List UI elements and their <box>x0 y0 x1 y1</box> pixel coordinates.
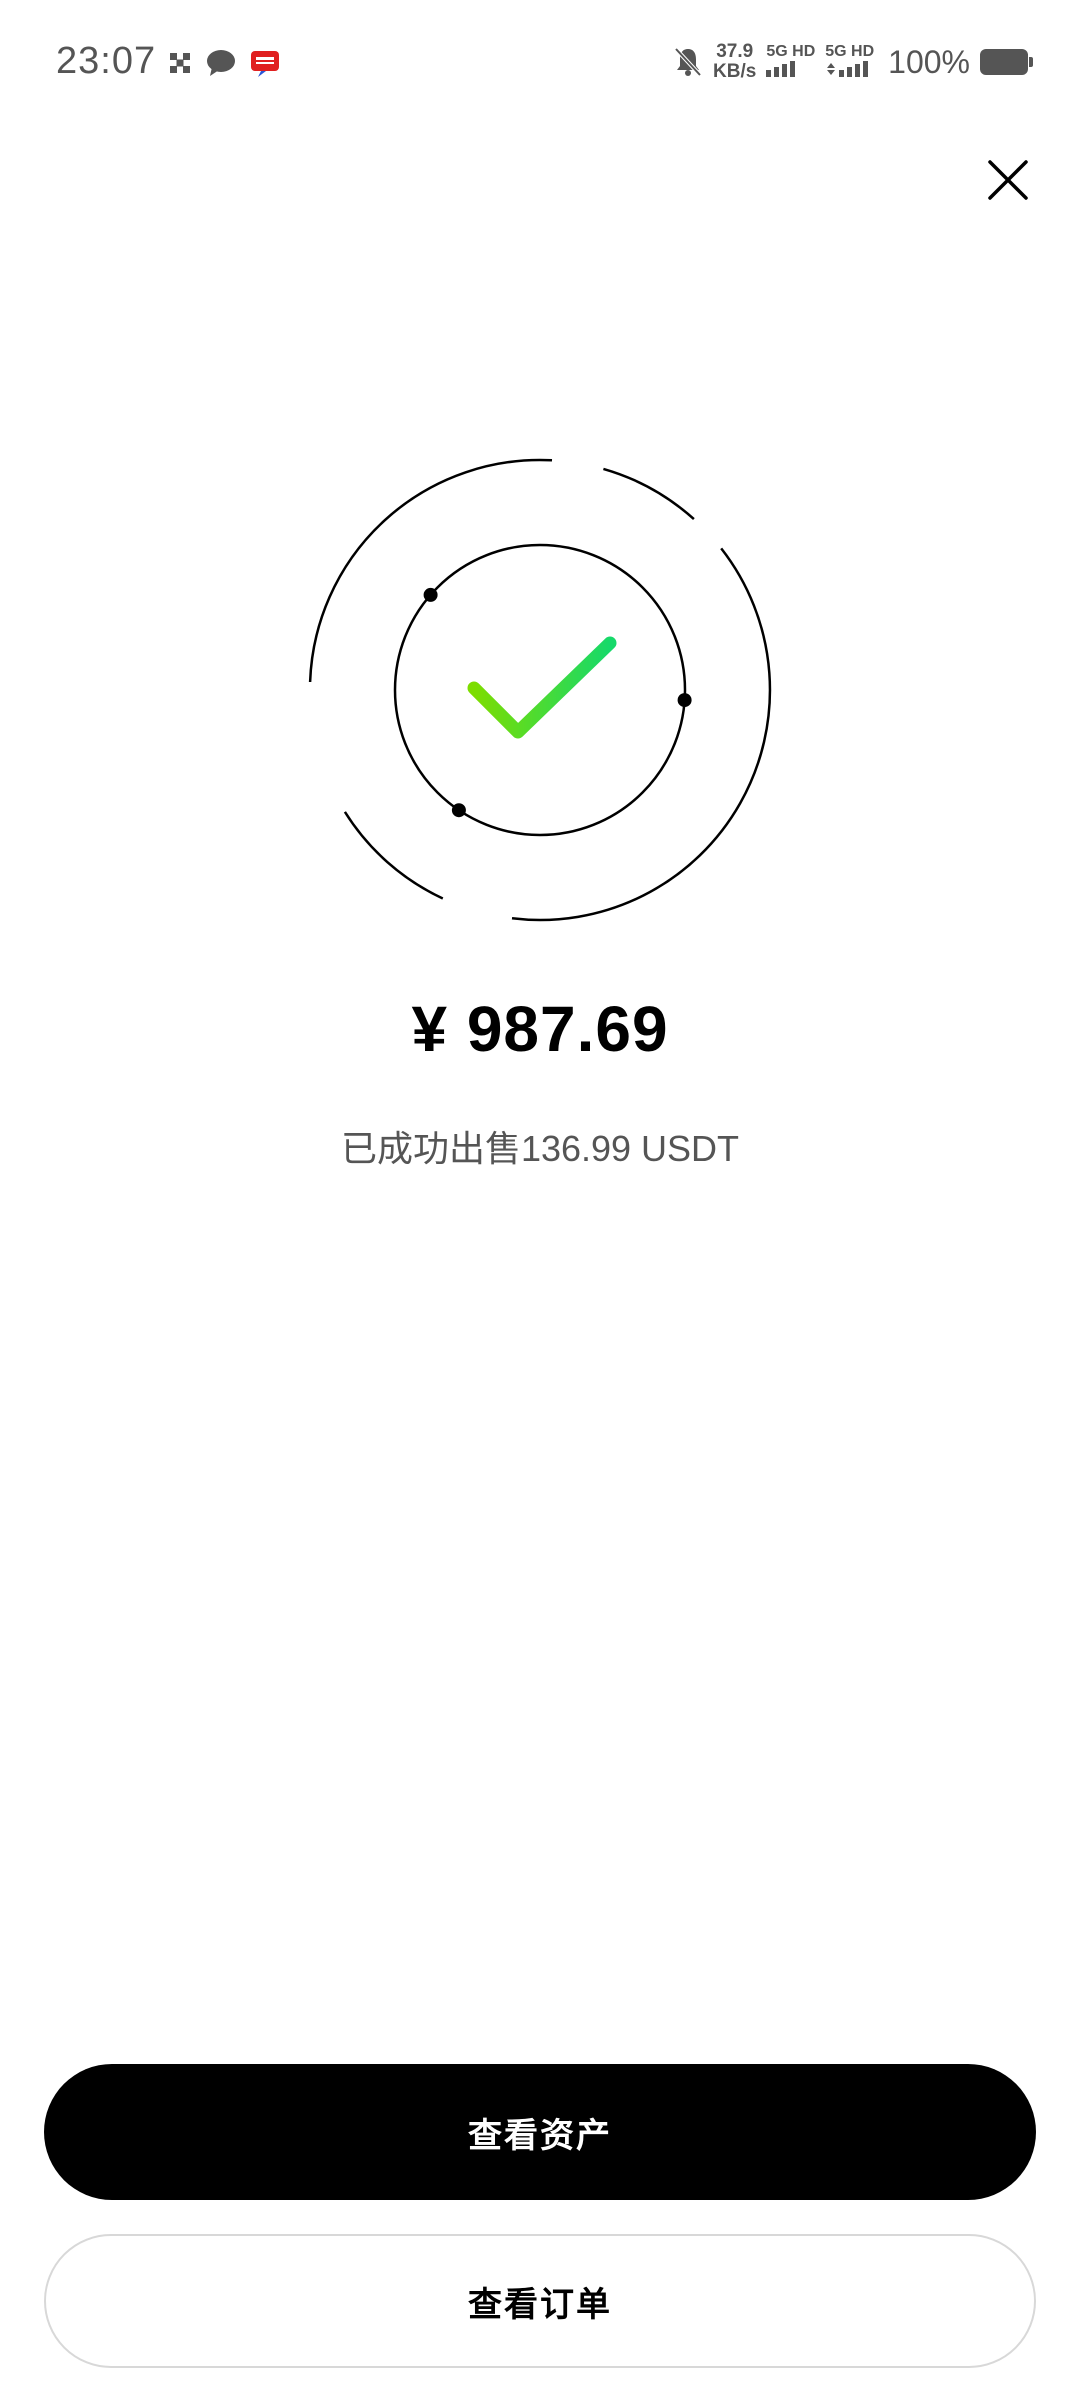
chat-bubble-icon <box>207 50 235 76</box>
orbit-dot <box>677 693 692 708</box>
status-right: 37.9 KB/s 5G HD 5G HD 100% <box>673 42 1033 82</box>
mute-bell-icon <box>674 47 702 77</box>
network-speed: 37.9 KB/s <box>713 42 756 82</box>
checkmark-icon <box>467 636 617 739</box>
signal-bars-icon <box>766 60 796 77</box>
network-speed-value: 37.9 <box>716 41 754 62</box>
battery-percent: 100% <box>888 43 970 80</box>
close-icon <box>988 160 1028 200</box>
success-message: 已成功出售136.99 USDT <box>340 1128 740 1169</box>
inner-ring <box>393 543 687 837</box>
status-time: 23:07 <box>56 40 157 82</box>
sim2-label: 5G HD <box>825 42 875 60</box>
signal-bars-data-icon <box>827 60 869 77</box>
grid-icon <box>170 53 190 73</box>
red-app-icon <box>251 51 279 77</box>
sim1-label: 5G HD <box>766 42 816 60</box>
sim1-signal: 5G HD <box>766 43 815 82</box>
sale-amount: ¥ 987.69 <box>411 993 669 1065</box>
status-left-icons <box>168 48 280 78</box>
sim2-signal: 5G HD <box>825 43 874 82</box>
battery-icon <box>980 49 1033 75</box>
network-speed-unit: KB/s <box>713 61 757 82</box>
orbit-dot <box>451 803 466 818</box>
view-orders-button[interactable]: 查看订单 <box>44 2234 1036 2368</box>
close-button[interactable] <box>978 150 1038 210</box>
outer-ring <box>308 458 772 922</box>
view-assets-button[interactable]: 查看资产 <box>44 2064 1036 2200</box>
status-bar: 23:07 37.9 KB/s 5G HD 5G HD 100% <box>0 0 1080 130</box>
orbit-dot <box>423 587 438 602</box>
success-graphic <box>308 458 772 922</box>
